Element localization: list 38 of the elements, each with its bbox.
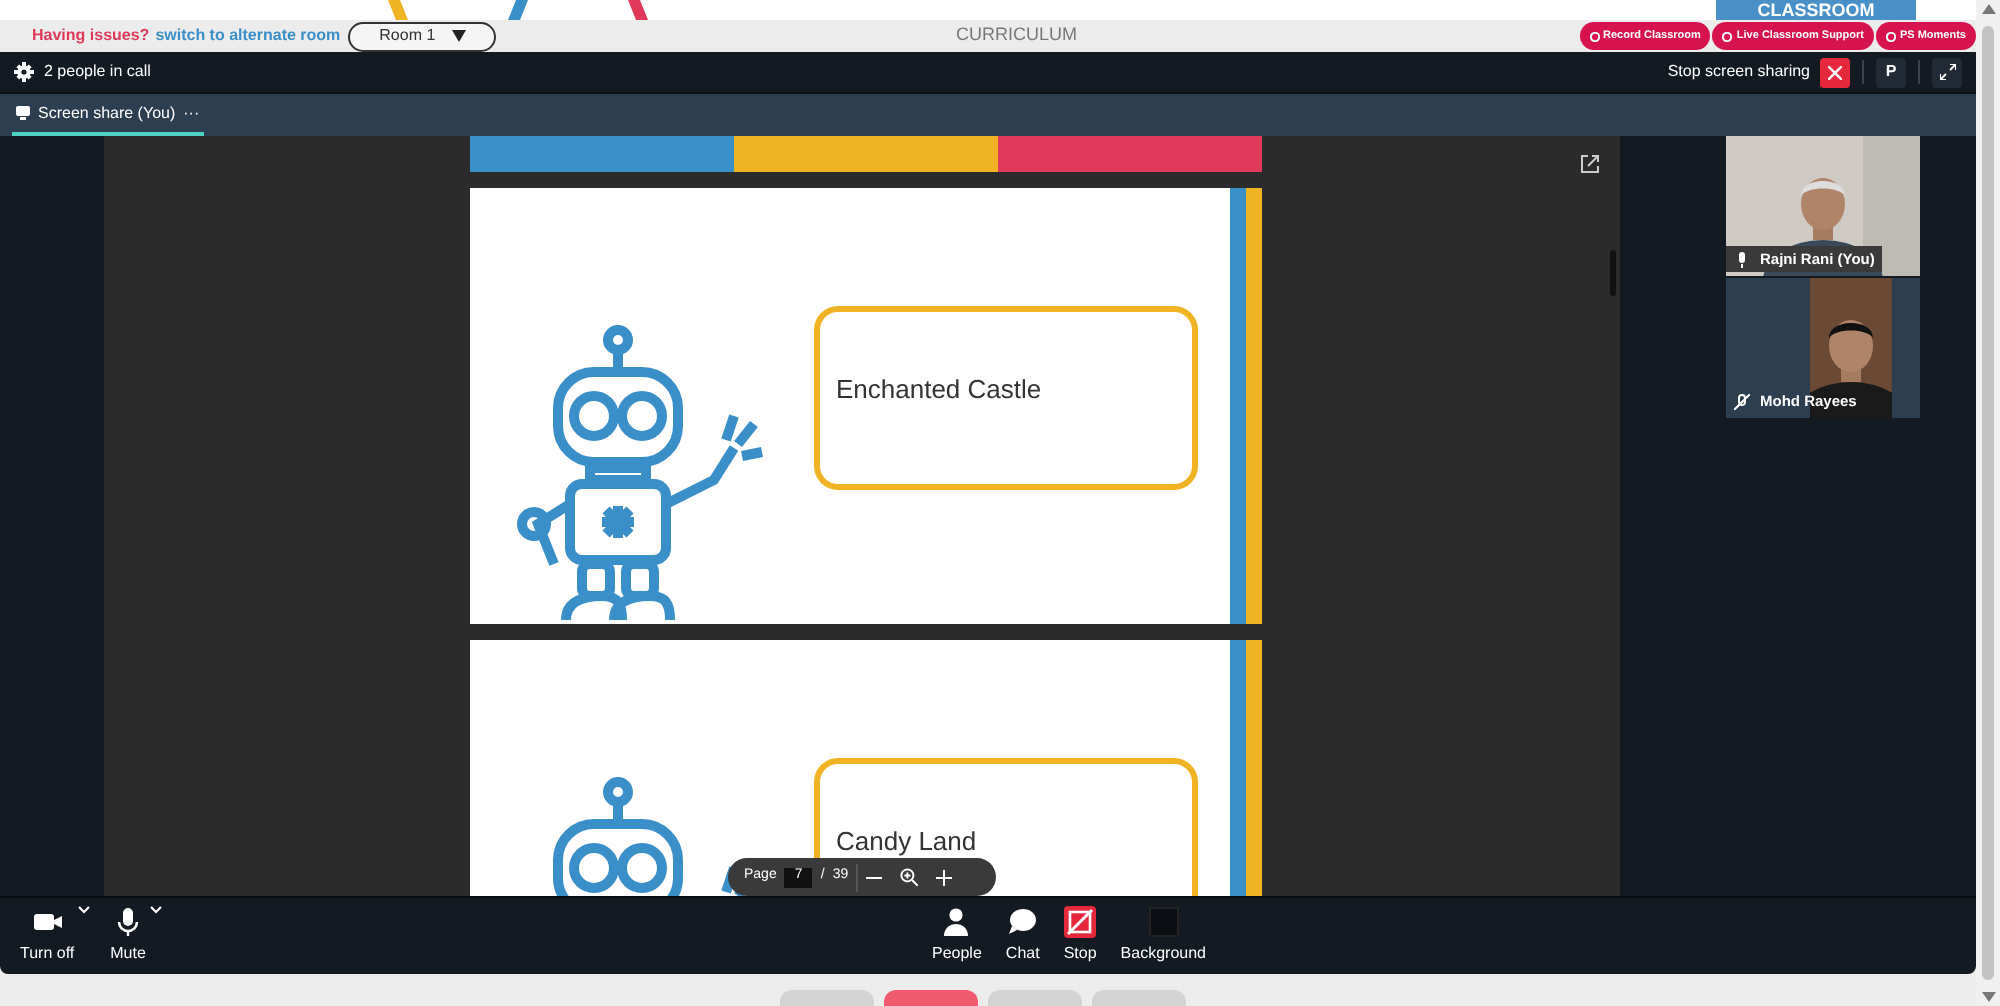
zoom-icon[interactable]: [900, 868, 919, 886]
slide-caption: Enchanted Castle: [836, 372, 1042, 409]
control-button[interactable]: Background: [1120, 906, 1206, 966]
scroll-down-icon[interactable]: [1981, 992, 1995, 1002]
scroll-up-icon[interactable]: [1981, 4, 1995, 14]
settings-icon[interactable]: [14, 62, 34, 82]
control-button[interactable]: Stop: [1063, 906, 1097, 966]
person-icon: [940, 906, 973, 938]
page-title: CURRICULUM: [956, 22, 1077, 49]
room-select[interactable]: Room 1: [348, 21, 497, 51]
issue-text: Having issues?: [32, 24, 150, 48]
people-count: 2 people in call: [44, 60, 151, 84]
more-options[interactable]: ···: [183, 101, 200, 125]
stop-sharing-label: Stop screen sharing: [1667, 60, 1810, 84]
record-icon: [1722, 31, 1733, 41]
close-button[interactable]: [1820, 57, 1850, 87]
control-button[interactable]: Chat: [1005, 906, 1040, 966]
plus-icon[interactable]: [936, 869, 953, 885]
expand-icon: [1939, 64, 1955, 80]
bottom-tab-button[interactable]: [883, 990, 977, 1006]
control-button[interactable]: People: [932, 906, 982, 966]
stop-share-icon: [1064, 906, 1097, 938]
slide-caption: Candy Land: [836, 824, 977, 861]
screen-icon: [16, 106, 30, 120]
scrollbar-thumb[interactable]: [1982, 26, 1994, 980]
avatar-button[interactable]: P: [1876, 57, 1906, 87]
chat-bubble-icon: [1006, 906, 1039, 938]
record-icon: [1589, 31, 1599, 41]
tab-label: Screen share (You): [38, 101, 176, 125]
record-icon: [1885, 31, 1896, 41]
control-button[interactable]: Mute: [110, 906, 146, 966]
fullscreen-button[interactable]: [1932, 57, 1962, 87]
control-button[interactable]: Turn off: [20, 906, 75, 966]
chevron-icon[interactable]: [149, 906, 162, 914]
dropdown-arrow-icon: [451, 30, 466, 42]
chevron-icon[interactable]: [78, 906, 91, 914]
close-icon: [1828, 65, 1842, 79]
popout-icon[interactable]: [1580, 154, 1600, 174]
